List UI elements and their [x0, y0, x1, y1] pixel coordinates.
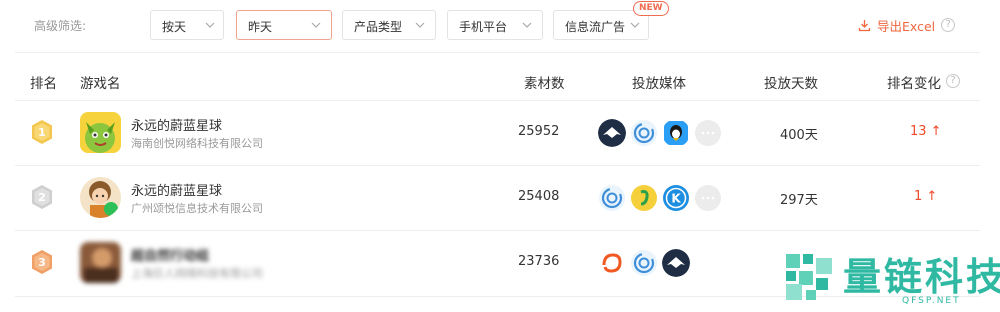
gold-rank-badge: 1: [32, 120, 52, 144]
game-avatar[interactable]: [80, 242, 121, 283]
feed-ads-dropdown[interactable]: 信息流广告: [553, 10, 649, 40]
media-icons: K: [598, 184, 722, 212]
date-dropdown-label: 昨天: [248, 20, 273, 34]
svg-text:1: 1: [38, 126, 46, 139]
watermark-domain: QFSP.NET: [902, 296, 961, 306]
swirl-media-icon[interactable]: [630, 119, 658, 147]
help-icon[interactable]: ?: [946, 74, 960, 88]
chevron-down-icon: [205, 22, 215, 28]
material-count: 25408: [518, 189, 560, 204]
green-note-media-icon[interactable]: [630, 184, 658, 212]
export-excel-button[interactable]: 导出Excel ?: [858, 16, 956, 34]
svg-text:2: 2: [38, 191, 46, 204]
count-column-header: 素材数: [524, 76, 565, 92]
table-row[interactable]: 2 永远的蔚蓝星球 广州颂悦信息技术有限公司 25408 K 297天 1 ↑: [0, 166, 1000, 230]
orange-swirl-media-icon[interactable]: [598, 249, 626, 277]
chevron-down-icon: [415, 22, 425, 28]
game-name[interactable]: 永远的蔚蓝星球: [131, 115, 222, 134]
filter-label: 高级筛选:: [34, 19, 87, 33]
period-dropdown-label: 按天: [162, 20, 187, 34]
days-value: 400天: [780, 128, 818, 143]
more-media-icon[interactable]: [694, 119, 722, 147]
rank-change-value: 1 ↑: [914, 189, 938, 204]
game-avatar[interactable]: [80, 112, 121, 153]
k-media-icon[interactable]: K: [662, 184, 690, 212]
eagle-media-icon[interactable]: [662, 249, 690, 277]
new-badge: NEW: [633, 1, 669, 16]
svg-text:3: 3: [38, 256, 46, 269]
period-dropdown[interactable]: 按天: [150, 10, 224, 40]
game-name[interactable]: 超自然行动组: [131, 245, 209, 264]
swirl-media-icon[interactable]: [598, 184, 626, 212]
media-icons: [598, 119, 722, 147]
chevron-down-icon: [630, 22, 640, 28]
days-column-header: 投放天数: [764, 76, 818, 92]
eagle-media-icon[interactable]: [598, 119, 626, 147]
product-type-dropdown-label: 产品类型: [354, 20, 403, 34]
table-header: 排名 游戏名 素材数 投放媒体 投放天数 排名变化 ?: [0, 60, 1000, 100]
divider: [15, 52, 980, 53]
feed-ads-dropdown-label: 信息流广告: [565, 20, 626, 34]
material-count: 23736: [518, 254, 560, 269]
platform-dropdown-label: 手机平台: [459, 20, 508, 34]
game-column-header: 游戏名: [80, 76, 121, 92]
chevron-down-icon: [311, 22, 321, 28]
rank-column-header: 排名: [30, 76, 57, 92]
rank-change-value: 13 ↑: [910, 124, 942, 139]
silver-rank-badge: 2: [32, 185, 52, 209]
game-avatar[interactable]: [80, 177, 121, 218]
help-icon[interactable]: ?: [941, 18, 956, 32]
game-name[interactable]: 永远的蔚蓝星球: [131, 180, 222, 199]
company-name: 海南创悦网络科技有限公司: [131, 137, 263, 150]
download-icon: [858, 19, 871, 31]
product-type-dropdown[interactable]: 产品类型: [342, 10, 436, 40]
change-column-header: 排名变化: [887, 76, 941, 92]
watermark-brand: 量链科技: [843, 255, 1000, 299]
company-name: 广州颂悦信息技术有限公司: [131, 202, 263, 215]
watermark: 量链科技 QFSP.NET: [780, 238, 1000, 312]
svg-text:K: K: [671, 192, 681, 206]
filter-bar: 高级筛选: 按天 昨天 产品类型 手机平台 信息流广告 NEW 导出Excel …: [0, 0, 1000, 50]
chevron-down-icon: [522, 22, 532, 28]
penguin-media-icon[interactable]: [662, 119, 690, 147]
export-excel-label: 导出Excel: [877, 18, 936, 34]
table-row[interactable]: 1 永远的蔚蓝星球 海南创悦网络科技有限公司 25952 400天 13 ↑: [0, 101, 1000, 165]
media-icons: [598, 249, 690, 277]
material-count: 25952: [518, 124, 560, 139]
bronze-rank-badge: 3: [32, 250, 52, 274]
date-dropdown[interactable]: 昨天: [236, 10, 332, 40]
swirl-media-icon[interactable]: [630, 249, 658, 277]
brand-logo-icon: [786, 254, 832, 300]
media-column-header: 投放媒体: [632, 76, 686, 92]
company-name: 上海巨人网络科技有限公司: [131, 267, 263, 280]
platform-dropdown[interactable]: 手机平台: [447, 10, 543, 40]
days-value: 297天: [780, 193, 818, 208]
more-media-icon[interactable]: [694, 184, 722, 212]
